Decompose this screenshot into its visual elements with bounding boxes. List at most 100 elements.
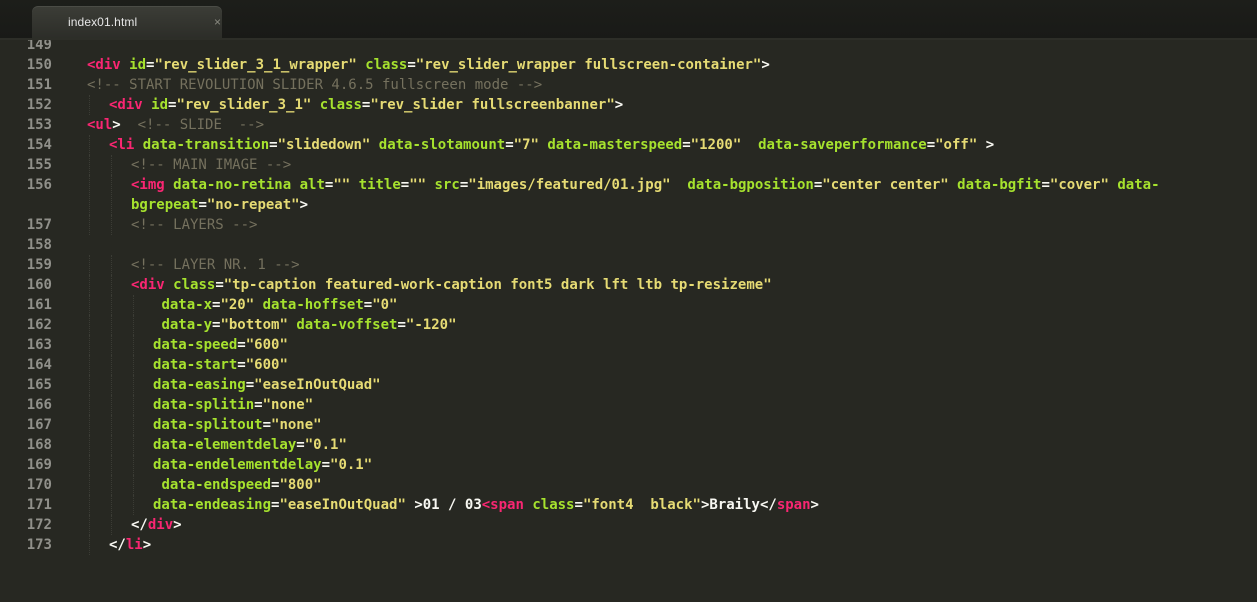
tab-index01-html[interactable]: index01.html × — [32, 6, 222, 39]
token-punc: > — [614, 97, 624, 113]
line-content: <!-- START REVOLUTION SLIDER 4.6.5 fulls… — [87, 75, 1249, 95]
token-punc: = — [237, 357, 246, 373]
token-str: "" — [409, 177, 427, 193]
token-str: "easeInOutQuad" — [254, 377, 381, 393]
line-number: 162 — [26, 317, 52, 333]
line-content: <img data-no-retina alt="" title="" src=… — [131, 175, 1249, 215]
code-line[interactable]: 155 <!-- MAIN IMAGE --> — [0, 155, 1257, 175]
line-number: 156 — [26, 177, 52, 193]
code-line[interactable]: 169 data-endelementdelay="0.1" — [0, 455, 1257, 475]
token-tag: li — [125, 537, 143, 553]
indent-guide — [89, 455, 90, 475]
code-line[interactable]: 162 data-y="bottom" data-voffset="-120" — [0, 315, 1257, 335]
line-number: 151 — [26, 77, 52, 93]
code-line[interactable]: 149 — [0, 40, 1257, 55]
line-number: 159 — [26, 257, 52, 273]
line-number: 172 — [26, 517, 52, 533]
code-line[interactable]: 161 data-x="20" data-hoffset="0" — [0, 295, 1257, 315]
token-tag: span — [776, 497, 811, 513]
line-content: data-start="600" — [153, 355, 1249, 375]
code-line[interactable]: 164 data-start="600" — [0, 355, 1257, 375]
token-attr: data-hoffset — [262, 297, 364, 313]
code-line[interactable]: 157 <!-- LAYERS --> — [0, 215, 1257, 235]
indent-guide — [89, 255, 90, 275]
token-attr: class — [365, 57, 408, 73]
close-icon[interactable]: × — [214, 15, 221, 29]
indent-guide — [111, 415, 112, 435]
token-str: "1200" — [690, 137, 742, 153]
code-line[interactable]: 173 </li> — [0, 535, 1257, 555]
token-str: "0.1" — [330, 457, 373, 473]
line-number: 169 — [26, 457, 52, 473]
token-punc: = — [254, 397, 263, 413]
token-str: "800" — [279, 477, 322, 493]
token-punc: = — [407, 57, 416, 73]
token-attr: src — [434, 177, 460, 193]
line-content: <!-- MAIN IMAGE --> — [131, 155, 1249, 175]
token-attr: data-voffset — [296, 317, 398, 333]
code-line[interactable]: 170 data-endspeed="800" — [0, 475, 1257, 495]
tab-title: index01.html — [68, 15, 138, 29]
token-attr: class — [319, 97, 362, 113]
code-line[interactable]: 163 data-speed="600" — [0, 335, 1257, 355]
indent-guide — [111, 175, 112, 215]
tab-bar: index01.html × — [0, 0, 1257, 40]
code-line[interactable]: 172 </div> — [0, 515, 1257, 535]
token-punc: = — [321, 457, 331, 473]
token-str: "600" — [245, 357, 288, 373]
token-comment: <!-- SLIDE --> — [137, 117, 265, 133]
token-attr: data-endeasing — [153, 497, 272, 513]
line-content: data-elementdelay="0.1" — [153, 435, 1249, 455]
code-line[interactable]: 168 data-elementdelay="0.1" — [0, 435, 1257, 455]
line-content: data-endspeed="800" — [153, 475, 1249, 495]
line-number: 161 — [26, 297, 52, 313]
line-number: 160 — [26, 277, 52, 293]
code-line[interactable]: 167 data-splitout="none" — [0, 415, 1257, 435]
indent-guide — [89, 515, 90, 535]
code-line[interactable]: 151 <!-- START REVOLUTION SLIDER 4.6.5 fu… — [0, 75, 1257, 95]
line-number: 157 — [26, 217, 52, 233]
indent-guide — [133, 395, 134, 415]
code-line[interactable]: 159 <!-- LAYER NR. 1 --> — [0, 255, 1257, 275]
code-line[interactable]: 160 <div class="tp-caption featured-work-… — [0, 275, 1257, 295]
token-punc: </ — [759, 497, 777, 513]
token-str: "none" — [262, 397, 314, 413]
token-attr: data-speed — [153, 337, 238, 353]
code-line[interactable]: 165 data-easing="easeInOutQuad" — [0, 375, 1257, 395]
token-tag: <img — [131, 177, 165, 193]
token-punc: = — [363, 297, 373, 313]
token-attr: id — [151, 97, 169, 113]
token-punc: = — [505, 137, 514, 153]
line-content: <div class="tp-caption featured-work-cap… — [131, 275, 1249, 295]
code-line[interactable]: 158 — [0, 235, 1257, 255]
code-line[interactable]: 166 data-splitin="none" — [0, 395, 1257, 415]
token-tag: div — [147, 517, 174, 533]
code-line[interactable]: 152 <div id="rev_slider_3_1" class="rev_s… — [0, 95, 1257, 115]
indent-guide — [133, 335, 134, 355]
token-text: >01 / 03 — [405, 497, 482, 513]
token-str: "7" — [513, 137, 539, 153]
token-punc: > — [810, 497, 819, 513]
token-punc: </ — [131, 517, 148, 533]
line-number: 168 — [26, 437, 52, 453]
token-str: "easeInOutQuad" — [279, 497, 406, 513]
code-line[interactable]: 150 <div id = "rev_slider_3_1_wrapper" clas… — [0, 55, 1257, 75]
indent-guide — [111, 275, 112, 295]
line-number: 167 — [26, 417, 52, 433]
code-line[interactable]: 171 data-endeasing = "easeInOutQuad" >01 / … — [0, 495, 1257, 515]
code-line[interactable]: 156 <img data-no-retina alt="" title="" s… — [0, 175, 1257, 215]
code-line[interactable]: 153 <ul> <!-- SLIDE --> — [0, 115, 1257, 135]
token-attr: class — [532, 497, 575, 513]
indent-guide — [89, 215, 90, 235]
token-str: "600" — [245, 337, 288, 353]
token-comment: <!-- MAIN IMAGE --> — [131, 157, 292, 173]
token-attr: data-no-retina — [173, 177, 292, 193]
code-line[interactable]: 154 <li data-transition="slidedown" data-… — [0, 135, 1257, 155]
code-editor[interactable]: 149 150 <div id = "rev_slider_3_1_wrapper" c… — [0, 40, 1257, 602]
line-content: <!-- LAYERS --> — [131, 215, 1249, 235]
token-attr: title — [358, 177, 401, 193]
line-content: <ul> <!-- SLIDE --> — [87, 115, 1249, 135]
